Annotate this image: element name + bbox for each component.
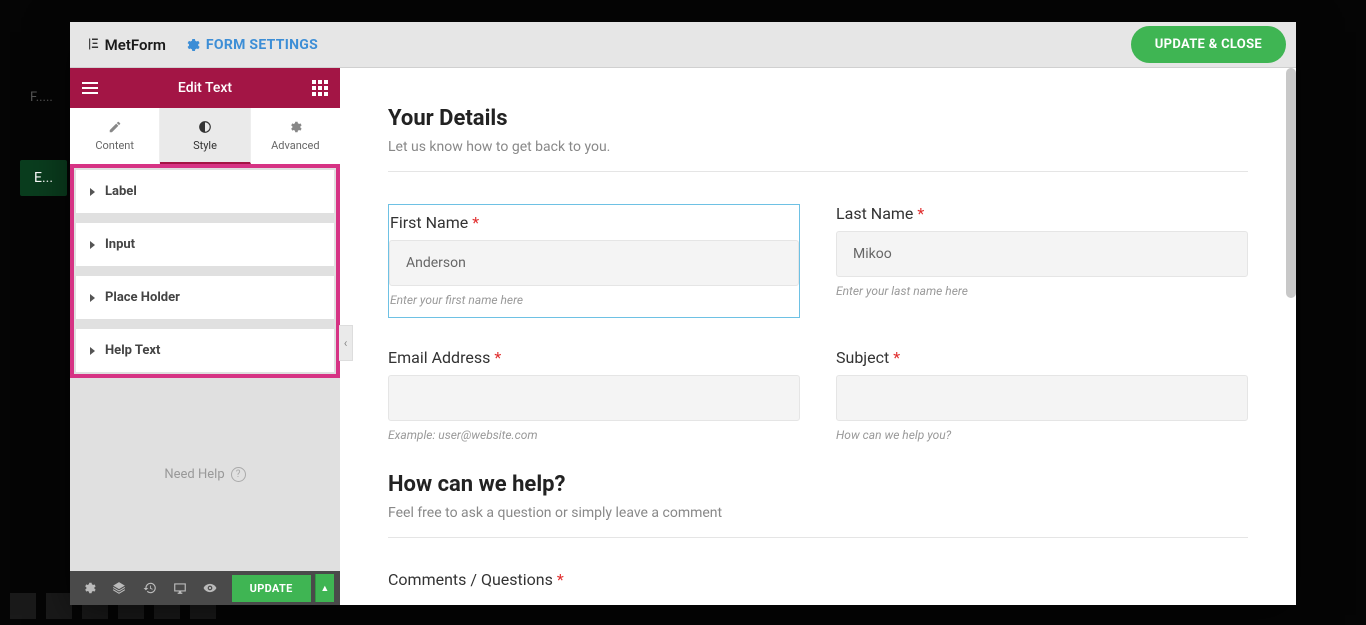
required-marker: *	[893, 348, 900, 367]
settings-button[interactable]	[76, 575, 102, 601]
menu-icon[interactable]	[82, 82, 98, 94]
first-name-value: Anderson	[406, 255, 466, 271]
required-marker: *	[494, 348, 501, 367]
layers-icon	[112, 581, 126, 595]
comments-label: Comments / Questions *	[388, 570, 1248, 589]
last-name-widget[interactable]: Last Name * Mikoo Enter your last name h…	[836, 204, 1248, 318]
required-marker: *	[917, 204, 924, 223]
tab-content[interactable]: Content	[70, 108, 160, 164]
collapse-sidebar-button[interactable]: ‹	[339, 325, 353, 361]
last-name-hint: Enter your last name here	[836, 284, 1248, 298]
subject-label: Subject *	[836, 348, 1248, 367]
required-marker: *	[557, 570, 564, 589]
divider	[388, 537, 1248, 538]
divider	[388, 171, 1248, 172]
tab-style[interactable]: Style	[160, 108, 250, 164]
caret-right-icon	[90, 347, 95, 355]
history-icon	[143, 581, 157, 595]
first-name-widget[interactable]: First Name * Anderson Enter your first n…	[388, 204, 800, 318]
navigator-button[interactable]	[106, 575, 132, 601]
widgets-grid-icon[interactable]	[312, 80, 328, 96]
responsive-button[interactable]	[167, 575, 193, 601]
panel-tabs: Content Style Advanced	[70, 108, 340, 164]
tab-style-label: Style	[193, 139, 217, 152]
accordion-helptext-text: Help Text	[105, 343, 160, 358]
subject-field[interactable]	[836, 375, 1248, 421]
accordion-helptext[interactable]: Help Text	[76, 329, 334, 372]
editor-modal: |Ξ MetForm FORM SETTINGS UPDATE & CLOSE …	[70, 22, 1296, 605]
canvas[interactable]: Your Details Let us know how to get back…	[340, 68, 1296, 605]
contrast-icon	[198, 120, 212, 134]
form-settings-button[interactable]: FORM SETTINGS	[184, 37, 318, 53]
subject-widget[interactable]: Subject * How can we help you?	[836, 348, 1248, 442]
form-settings-label: FORM SETTINGS	[206, 37, 318, 53]
canvas-inner: Your Details Let us know how to get back…	[340, 68, 1296, 605]
bg-button[interactable]: E...	[20, 160, 67, 196]
last-name-field[interactable]: Mikoo	[836, 231, 1248, 277]
accordion-input-text: Input	[105, 237, 135, 252]
form-row: First Name * Anderson Enter your first n…	[388, 204, 1248, 318]
tab-content-label: Content	[95, 139, 134, 152]
first-name-label: First Name *	[389, 213, 799, 232]
tab-advanced[interactable]: Advanced	[251, 108, 340, 164]
accordion-label-text: Label	[105, 184, 137, 199]
cog-icon	[288, 120, 302, 134]
first-name-field[interactable]: Anderson	[389, 240, 799, 286]
last-name-value: Mikoo	[853, 246, 892, 262]
first-name-hint: Enter your first name here	[389, 293, 799, 307]
need-help-label: Need Help	[164, 467, 224, 482]
update-close-button[interactable]: UPDATE & CLOSE	[1131, 26, 1286, 63]
logo: |Ξ MetForm	[80, 36, 166, 54]
need-help-link[interactable]: Need Help ?	[164, 467, 245, 482]
update-dropdown[interactable]: ▲	[315, 574, 334, 602]
subject-hint: How can we help you?	[836, 428, 1248, 442]
update-button[interactable]: UPDATE	[232, 575, 311, 602]
help-icon: ?	[231, 467, 246, 482]
email-label: Email Address *	[388, 348, 800, 367]
bg-text: F.....	[30, 90, 53, 105]
email-hint: Example: user@website.com	[388, 428, 800, 442]
form-row: Email Address * Example: user@website.co…	[388, 348, 1248, 442]
email-field[interactable]	[388, 375, 800, 421]
section-subtitle: Let us know how to get back to you.	[388, 139, 1248, 155]
eye-icon	[203, 581, 217, 595]
gear-icon	[82, 581, 96, 595]
tab-advanced-label: Advanced	[271, 139, 319, 152]
sidebar: Edit Text Content Style Advanced Lab	[70, 68, 340, 605]
edit-header: Edit Text	[70, 68, 340, 108]
caret-right-icon	[90, 294, 95, 302]
section2-subtitle: Feel free to ask a question or simply le…	[388, 505, 1248, 521]
gear-icon	[184, 37, 200, 53]
history-button[interactable]	[137, 575, 163, 601]
main-area: Edit Text Content Style Advanced Lab	[70, 68, 1296, 605]
section-title: Your Details	[388, 106, 1248, 131]
email-widget[interactable]: Email Address * Example: user@website.co…	[388, 348, 800, 442]
caret-right-icon	[90, 241, 95, 249]
accordion-placeholder[interactable]: Place Holder	[76, 276, 334, 319]
last-name-label: Last Name *	[836, 204, 1248, 223]
style-accordion: Label Input Place Holder Help Text	[70, 164, 340, 378]
logo-text: MetForm	[105, 36, 166, 54]
scrollbar[interactable]	[1286, 68, 1296, 298]
caret-right-icon	[90, 188, 95, 196]
panel-title: Edit Text	[98, 80, 312, 96]
section2-title: How can we help?	[388, 472, 1248, 497]
topbar: |Ξ MetForm FORM SETTINGS UPDATE & CLOSE	[70, 22, 1296, 68]
preview-button[interactable]	[197, 575, 223, 601]
required-marker: *	[472, 213, 479, 232]
pencil-icon	[108, 120, 122, 134]
responsive-icon	[173, 581, 187, 595]
sidebar-body: Need Help ?	[70, 378, 340, 571]
accordion-input[interactable]: Input	[76, 223, 334, 266]
elementor-icon: |Ξ	[88, 37, 99, 52]
accordion-label[interactable]: Label	[76, 170, 334, 213]
accordion-placeholder-text: Place Holder	[105, 290, 180, 305]
sidebar-footer: UPDATE ▲	[70, 571, 340, 605]
